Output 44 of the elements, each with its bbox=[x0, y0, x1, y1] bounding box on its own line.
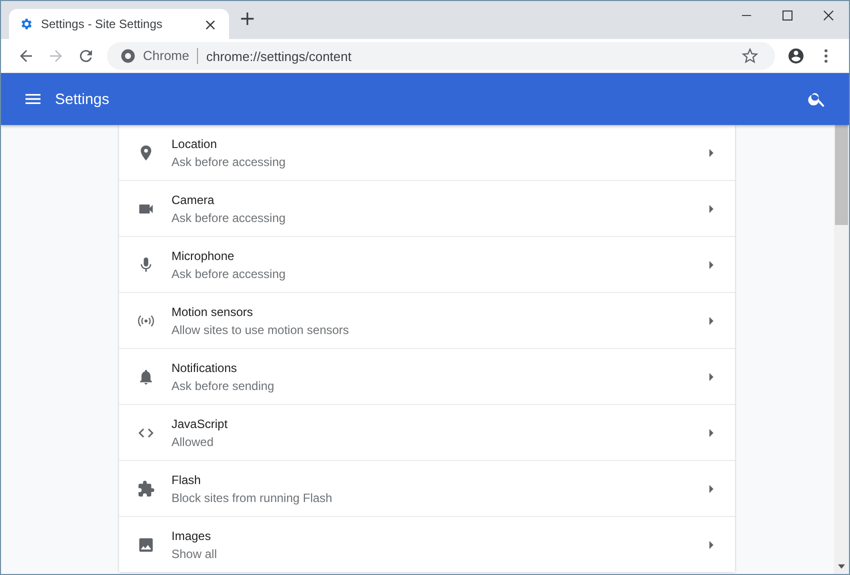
chevron-right-icon bbox=[706, 428, 714, 436]
page-title: Settings bbox=[55, 90, 110, 108]
setting-status: Ask before accessing bbox=[172, 210, 287, 224]
setting-title: Motion sensors bbox=[172, 304, 254, 318]
chevron-right-icon bbox=[706, 260, 714, 268]
star-icon[interactable] bbox=[741, 47, 759, 65]
puzzle-piece-icon bbox=[136, 480, 154, 498]
url-text: chrome://settings/content bbox=[206, 48, 352, 64]
address-bar[interactable]: Chrome chrome://settings/content bbox=[107, 42, 775, 70]
scrollbar[interactable] bbox=[834, 125, 849, 574]
browser-tab[interactable]: Settings - Site Settings × bbox=[9, 9, 229, 39]
chrome-logo-icon bbox=[119, 47, 137, 65]
new-tab-button[interactable]: + bbox=[237, 6, 258, 30]
setting-status: Block sites from running Flash bbox=[172, 490, 334, 504]
chevron-right-icon bbox=[706, 484, 714, 492]
setting-title: Notifications bbox=[172, 360, 238, 374]
reload-icon[interactable] bbox=[77, 47, 95, 65]
scroll-down-arrow-icon bbox=[838, 563, 845, 570]
setting-title: Flash bbox=[172, 472, 202, 486]
setting-status: Show all bbox=[172, 546, 218, 560]
chevron-right-icon bbox=[706, 540, 714, 548]
chevron-right-icon bbox=[706, 204, 714, 212]
maximize-icon[interactable] bbox=[782, 10, 793, 20]
setting-status: Allow sites to use motion sensors bbox=[172, 322, 350, 336]
setting-status: Allowed bbox=[172, 434, 215, 448]
image-icon bbox=[136, 536, 154, 554]
chevron-right-icon bbox=[706, 316, 714, 324]
setting-title: Microphone bbox=[172, 248, 236, 262]
setting-status: Ask before accessing bbox=[172, 266, 287, 280]
chevron-right-icon bbox=[706, 148, 714, 156]
close-icon[interactable] bbox=[823, 10, 834, 20]
setting-title: Images bbox=[172, 528, 212, 542]
setting-status: Ask before sending bbox=[172, 378, 276, 392]
site-label: Chrome bbox=[143, 48, 198, 64]
setting-status: Ask before accessing bbox=[172, 154, 287, 168]
tab-title: Settings - Site Settings bbox=[41, 17, 164, 31]
close-tab-button[interactable]: × bbox=[202, 14, 219, 34]
setting-title: Location bbox=[172, 136, 218, 150]
chevron-right-icon bbox=[706, 372, 714, 380]
scrollbar-thumb[interactable] bbox=[835, 125, 848, 224]
gear-icon bbox=[19, 17, 33, 31]
setting-title: Camera bbox=[172, 192, 216, 206]
account-icon[interactable] bbox=[787, 47, 805, 65]
setting-title: JavaScript bbox=[172, 416, 229, 430]
